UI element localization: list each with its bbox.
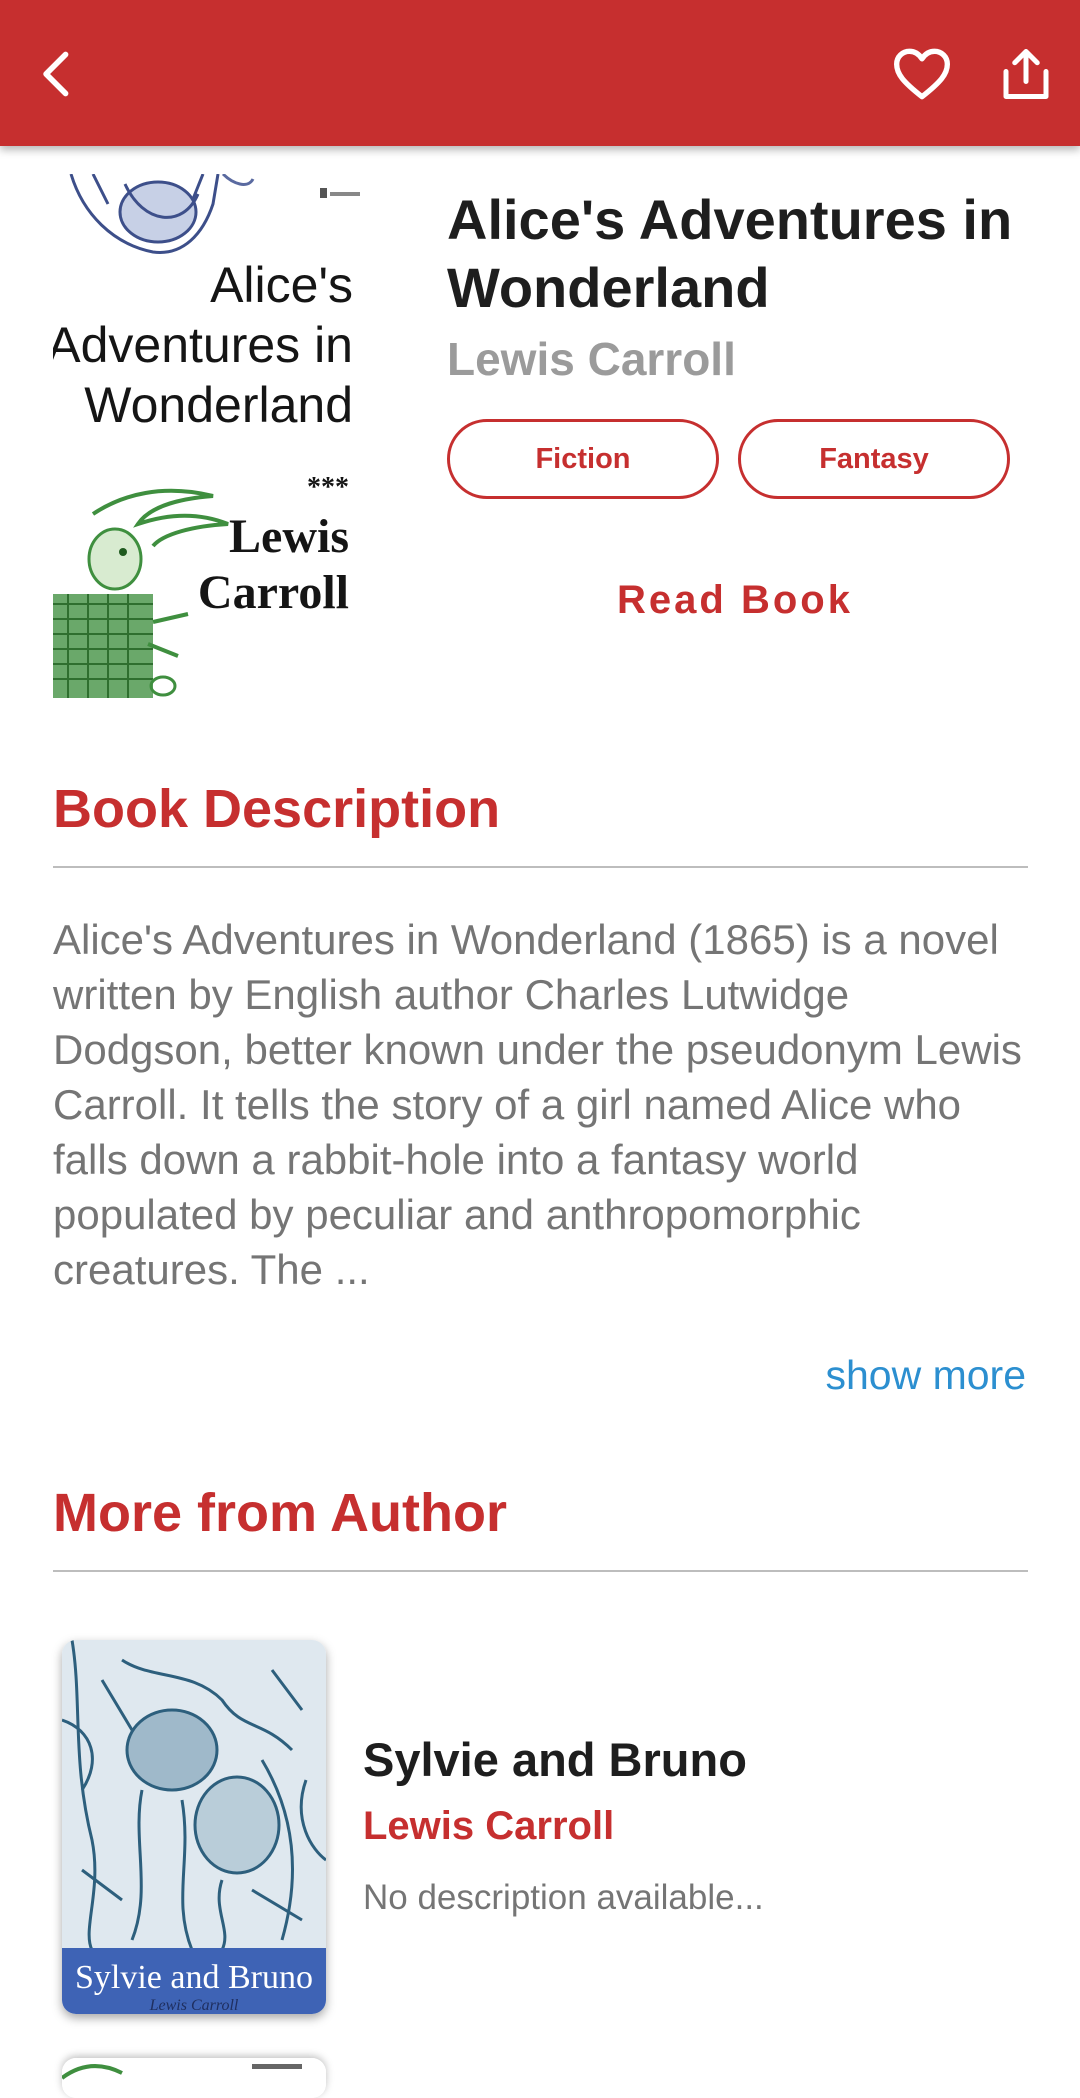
cover-author-line-1: Lewis	[229, 510, 349, 563]
divider	[53, 1570, 1028, 1572]
more-from-author-heading: More from Author	[53, 1483, 507, 1543]
related-cover-caption: Sylvie and Bruno	[75, 1959, 313, 1996]
genre-chip-fiction[interactable]: Fiction	[447, 419, 719, 499]
book-description-text: Alice's Adventures in Wonderland (1865) …	[53, 916, 1022, 1293]
related-book-cover[interactable]: Sylvie and Bruno Lewis Carroll	[62, 1640, 326, 2014]
related-book-author: Lewis Carroll	[363, 1804, 615, 1848]
share-icon	[1003, 49, 1049, 99]
cover-artwork: Alice's Adventures in Wonderland *** Lew…	[53, 174, 375, 698]
cover-separator: ***	[307, 472, 349, 503]
genre-chip-fantasy[interactable]: Fantasy	[738, 419, 1010, 499]
book-title: Alice's Adventures in Wonderland	[447, 188, 1013, 319]
cover-title-line-1: Alice's	[210, 257, 353, 313]
heart-outline-icon	[894, 48, 950, 100]
related-book-cover-partial[interactable]	[62, 2058, 326, 2098]
cover-author-line-2: Carroll	[198, 566, 349, 619]
favorite-button[interactable]	[886, 38, 958, 110]
partial-cover-artwork	[62, 2058, 326, 2098]
chevron-left-icon	[43, 51, 69, 97]
cover-title-line-3: Wonderland	[84, 377, 353, 433]
divider	[53, 866, 1028, 868]
back-button[interactable]	[22, 38, 94, 110]
book-description-heading: Book Description	[53, 779, 501, 839]
book-cover: Alice's Adventures in Wonderland *** Lew…	[53, 174, 375, 698]
cover-title-line-2: Adventures in	[53, 317, 353, 373]
related-book-description: No description available...	[363, 1878, 764, 1917]
related-book-title[interactable]: Sylvie and Bruno	[363, 1732, 747, 1787]
read-book-button[interactable]: Read Book	[560, 560, 910, 640]
show-more-link[interactable]: show more	[825, 1352, 1026, 1399]
share-button[interactable]	[990, 38, 1062, 110]
app-bar	[0, 0, 1080, 146]
related-cover-subcaption: Lewis Carroll	[149, 1997, 239, 2014]
book-author: Lewis Carroll	[447, 333, 736, 385]
related-cover-artwork: Sylvie and Bruno Lewis Carroll	[62, 1640, 326, 2014]
